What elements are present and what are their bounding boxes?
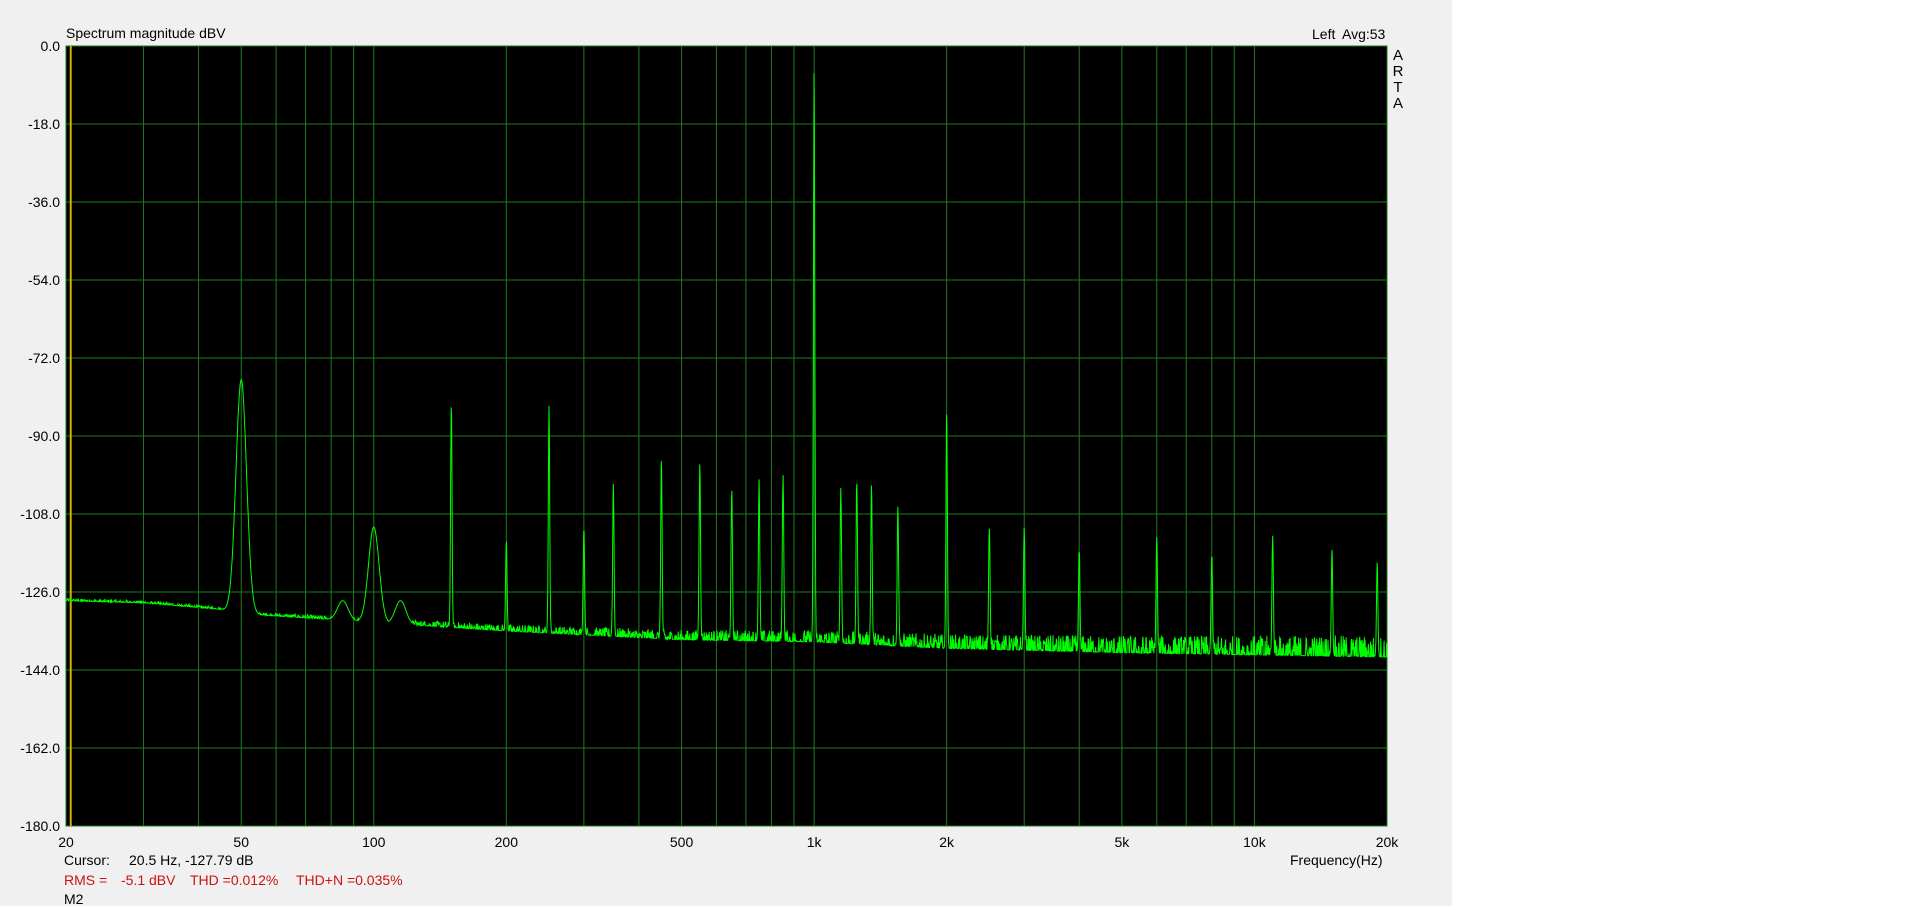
x-tick-label: 2k xyxy=(939,834,955,850)
y-tick-label: -144.0 xyxy=(20,662,60,678)
cursor-value: 20.5 Hz, -127.79 dB xyxy=(129,852,254,868)
y-tick-label: -126.0 xyxy=(20,584,60,600)
x-tick-label: 20k xyxy=(1375,834,1399,850)
arta-window: Spectrum magnitude dBV Left Avg:53 A R T… xyxy=(0,0,1452,907)
x-tick-label: 50 xyxy=(233,834,250,850)
y-tick-label: -18.0 xyxy=(28,116,60,132)
x-tick-label: 500 xyxy=(669,834,694,850)
thdn-value: THD+N =0.035% xyxy=(296,872,403,888)
cursor-label: Cursor: xyxy=(64,852,110,868)
x-tick-label: 10k xyxy=(1243,834,1266,850)
y-tick-label: -162.0 xyxy=(20,740,60,756)
y-tick-label: -36.0 xyxy=(28,194,60,210)
thd-value: THD =0.012% xyxy=(190,872,279,888)
x-tick-label: 100 xyxy=(362,834,386,850)
x-tick-label: 20 xyxy=(58,834,74,850)
spectrum-chart[interactable] xyxy=(0,0,1452,906)
rms-label: RMS = xyxy=(64,872,108,888)
y-tick-label: -72.0 xyxy=(28,350,60,366)
x-tick-label: 5k xyxy=(1114,834,1130,850)
x-axis-label: Frequency(Hz) xyxy=(1290,852,1383,868)
rms-value: -5.1 dBV xyxy=(121,872,176,888)
y-tick-label: -54.0 xyxy=(28,272,60,288)
x-tick-label: 200 xyxy=(494,834,519,850)
x-tick-label: 1k xyxy=(806,834,822,850)
marker-label: M2 xyxy=(64,891,84,907)
y-tick-label: -180.0 xyxy=(20,818,60,834)
y-tick-label: 0.0 xyxy=(40,38,60,54)
y-tick-label: -108.0 xyxy=(20,506,60,522)
y-tick-label: -90.0 xyxy=(28,428,60,444)
